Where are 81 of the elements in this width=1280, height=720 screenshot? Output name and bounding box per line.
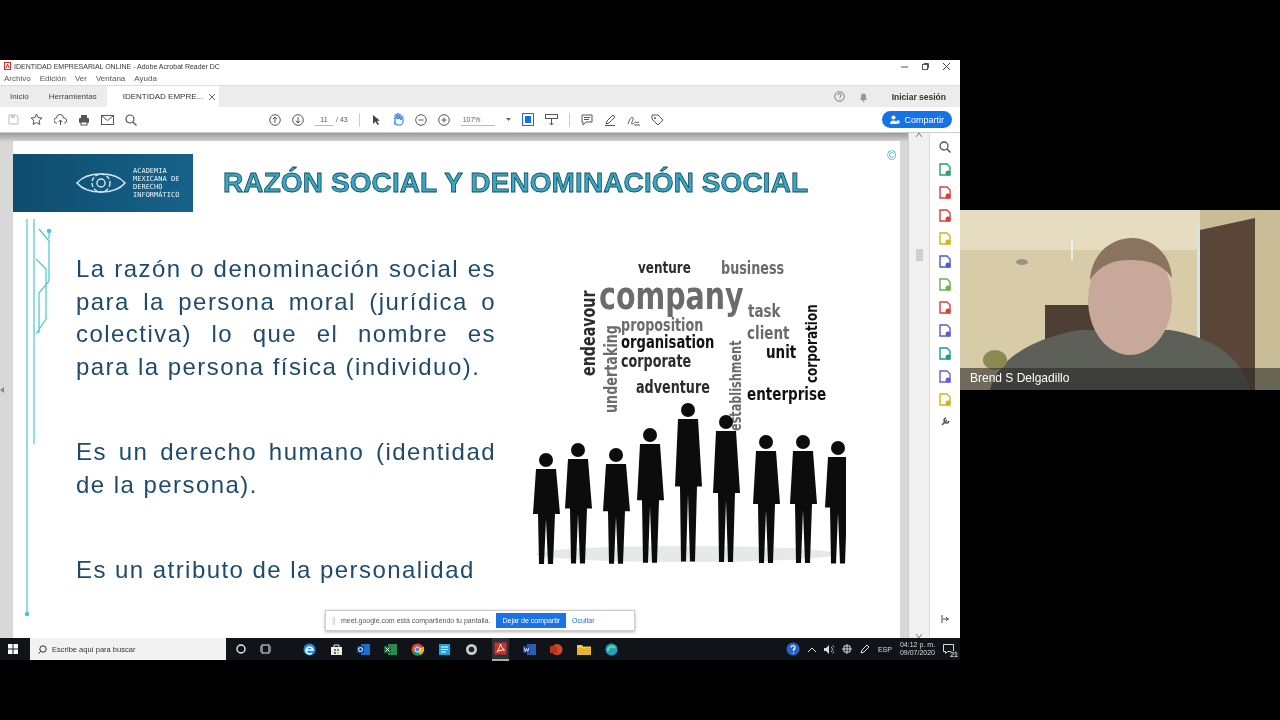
notification-icon[interactable] — [943, 644, 954, 654]
task-view-icon[interactable] — [260, 644, 271, 654]
drag-handle-icon[interactable] — [332, 616, 335, 625]
scrollbar-thumb[interactable] — [915, 249, 923, 261]
print-icon[interactable] — [78, 113, 90, 126]
word-cloud-word: company — [599, 277, 744, 315]
menu-item[interactable]: Ventana — [95, 74, 126, 83]
word-cloud-word: adventure — [636, 379, 710, 396]
help-circle-icon[interactable] — [785, 642, 800, 656]
volume-icon[interactable] — [823, 644, 834, 654]
word-cloud-word: corporate — [621, 352, 692, 370]
pointer-icon[interactable] — [370, 113, 381, 126]
menu-item[interactable]: Archivo — [4, 74, 31, 83]
scroll-up-icon[interactable] — [916, 133, 922, 137]
edge-icon[interactable] — [605, 642, 618, 656]
copyright-mark: © — [887, 149, 896, 163]
word-cloud-word: establishment — [729, 340, 744, 431]
close-icon[interactable] — [943, 62, 950, 70]
mail-app-icon[interactable] — [357, 642, 370, 656]
search-icon[interactable] — [125, 113, 137, 126]
browser-icon[interactable] — [303, 642, 316, 656]
word-cloud-word: venture — [638, 260, 691, 276]
document-viewer-icon[interactable] — [438, 642, 451, 656]
collapse-panel-icon[interactable] — [940, 614, 950, 624]
chevron-up-icon[interactable] — [807, 646, 816, 652]
presentation-icon[interactable] — [550, 642, 563, 656]
star-icon[interactable] — [30, 113, 43, 126]
menu-item[interactable]: Ver — [74, 74, 87, 83]
word-cloud-word: undertaking — [603, 325, 620, 413]
spreadsheet-icon[interactable] — [384, 642, 397, 656]
word-cloud-word: task — [748, 302, 781, 320]
zoom-icon[interactable] — [939, 141, 951, 153]
mail-icon[interactable] — [101, 114, 114, 125]
wrench-icon[interactable] — [939, 416, 951, 427]
webcam-icon[interactable] — [465, 642, 478, 656]
slide-paragraph: Es un atributo de la personalidad — [76, 555, 476, 585]
network-icon[interactable] — [841, 644, 852, 654]
store-icon[interactable] — [330, 642, 343, 656]
slide-paragraph: Es un derecho humano (identidad de la persona). — [76, 437, 496, 500]
share-button[interactable]: Compartir — [882, 111, 952, 128]
word-cloud-word: enterprise — [747, 385, 827, 403]
hand-icon[interactable] — [391, 113, 404, 126]
up-arrow-icon[interactable] — [269, 113, 281, 126]
zoom-out-icon[interactable] — [414, 113, 427, 126]
menu-item[interactable]: Edición — [39, 74, 66, 83]
word-cloud-word: client — [747, 324, 790, 342]
folder-icon[interactable] — [577, 643, 591, 655]
fit-page-icon[interactable] — [521, 113, 534, 126]
search-icon — [38, 645, 47, 654]
restore-icon[interactable] — [922, 62, 929, 70]
scroll-down-icon[interactable] — [916, 634, 922, 638]
word-cloud-word: organisation — [621, 334, 715, 352]
caret-icon[interactable] — [505, 117, 511, 122]
cortana-icon[interactable] — [236, 644, 246, 654]
file-add-icon[interactable] — [939, 186, 951, 199]
close-tab-icon[interactable] — [209, 93, 216, 100]
participant-name: Brend S Delgadillo — [970, 371, 1070, 385]
highlighter-icon[interactable] — [603, 113, 616, 126]
pen-tray-icon[interactable] — [859, 644, 870, 654]
tab[interactable]: IDENTIDAD EMPRE... — [106, 86, 220, 107]
cloud-upload-icon[interactable] — [54, 113, 67, 126]
file-add-icon[interactable] — [939, 163, 951, 176]
scrollbar[interactable] — [908, 133, 929, 638]
word-cloud-word: corporation — [804, 304, 820, 383]
word-cloud-word: business — [721, 260, 785, 277]
word-cloud-word: unit — [766, 343, 797, 361]
word-processor-icon[interactable] — [523, 642, 536, 656]
pdf-app-icon[interactable] — [494, 641, 507, 655]
windows-logo-icon[interactable] — [8, 644, 18, 654]
people-icon — [890, 115, 901, 124]
slide-title: RAZÓN SOCIAL Y DENOMINACIÓN SOCIAL — [223, 167, 809, 199]
word-cloud-word: endeavour — [579, 290, 598, 376]
down-arrow-icon[interactable] — [292, 113, 304, 126]
chrome-icon[interactable] — [411, 642, 424, 656]
word-cloud-word: proposition — [621, 317, 704, 334]
tag-icon[interactable] — [650, 113, 664, 126]
scroll-mode-icon[interactable] — [544, 113, 558, 126]
slide-paragraph: La razón o denominación social es para la persona moral (jurídica o colectiva) lo que el nombre es para la persona física (individuo). — [76, 254, 496, 382]
zoom-in-icon[interactable] — [437, 113, 450, 126]
sign-in-button[interactable]: Iniciar sesión — [881, 91, 946, 102]
menu-item[interactable]: Ayuda — [134, 74, 157, 83]
